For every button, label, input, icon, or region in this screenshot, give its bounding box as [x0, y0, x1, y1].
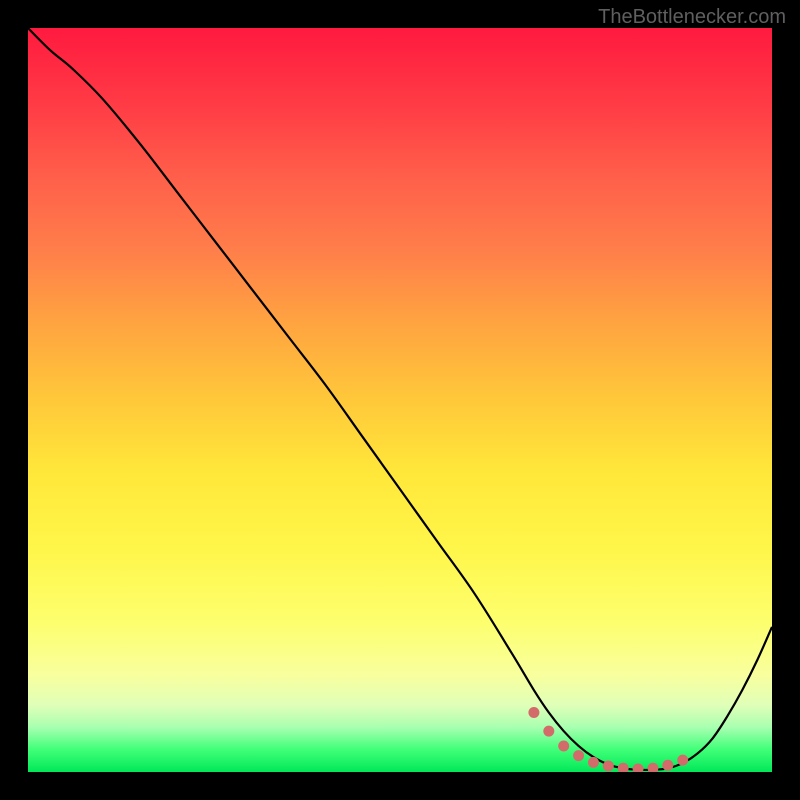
marker-point — [558, 740, 569, 751]
marker-point — [603, 761, 614, 772]
chart-svg — [28, 28, 772, 772]
marker-point — [647, 763, 658, 772]
marker-point — [677, 755, 688, 766]
curve-markers — [528, 707, 688, 772]
marker-point — [588, 757, 599, 768]
marker-point — [633, 764, 644, 772]
bottleneck-curve — [28, 28, 772, 770]
marker-point — [543, 726, 554, 737]
marker-point — [528, 707, 539, 718]
chart-plot-area — [28, 28, 772, 772]
attribution-text: TheBottlenecker.com — [598, 6, 786, 29]
marker-point — [573, 750, 584, 761]
marker-point — [618, 763, 629, 772]
marker-point — [662, 760, 673, 771]
